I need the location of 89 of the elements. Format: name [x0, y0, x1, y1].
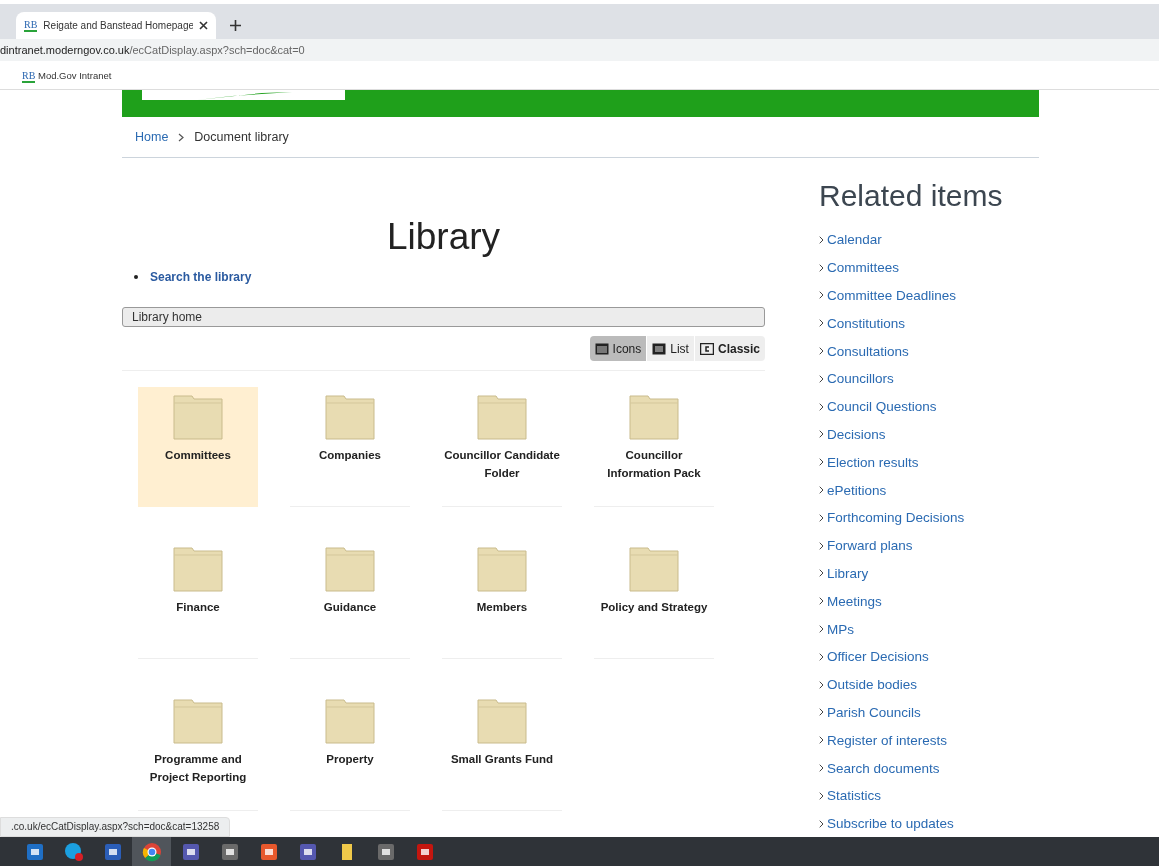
- chevron-icon: [819, 319, 824, 328]
- chevron-icon: [819, 374, 824, 383]
- folder-icon: [325, 546, 375, 592]
- related-link[interactable]: Register of interests: [827, 732, 948, 748]
- window-icon: [594, 343, 609, 355]
- folder-icon: [173, 394, 223, 440]
- chevron-icon: [819, 597, 824, 606]
- chevron-icon: [819, 541, 824, 550]
- folder-icon: [173, 698, 223, 744]
- folder-icon: [325, 394, 375, 440]
- list-icon: [652, 343, 667, 355]
- folder-item[interactable]: Members: [442, 539, 562, 659]
- folder-icon: [477, 546, 527, 592]
- folder-item[interactable]: Companies: [290, 387, 410, 507]
- folder-item[interactable]: Guidance: [290, 539, 410, 659]
- folder-icon: [325, 698, 375, 744]
- chevron-icon: [819, 625, 824, 634]
- page-title: Library: [385, 216, 502, 258]
- chevron-icon: [819, 736, 824, 745]
- view-button[interactable]: Icons: [589, 336, 647, 361]
- new-tab-icon[interactable]: [230, 20, 241, 31]
- related-link[interactable]: Committee Deadlines: [827, 288, 957, 303]
- sidebar-heading: Related items: [819, 178, 1004, 214]
- folder-item[interactable]: Property: [290, 691, 410, 811]
- related-link[interactable]: Calendar: [827, 232, 882, 248]
- folder-item[interactable]: Finance: [138, 539, 258, 659]
- site-logo: RB: [24, 19, 38, 32]
- breadcrumb-link[interactable]: Home: [135, 130, 169, 144]
- chevron-icon: [819, 513, 824, 522]
- status-url: .co.uk/ecCatDisplay.aspx?sch=doc&cat=13258: [0, 817, 231, 837]
- view-button[interactable]: List: [647, 336, 694, 361]
- address-field[interactable]: dintranet.moderngov.co.uk/ecCatDisplay.aspx?sch=doc&cat=0: [0, 44, 305, 56]
- related-link[interactable]: Election results: [827, 454, 919, 470]
- related-link[interactable]: Councillors: [827, 371, 894, 387]
- folder-item[interactable]: Programme and Project Reporting: [138, 691, 258, 811]
- chevron-icon: [819, 235, 824, 244]
- related-link[interactable]: Search documents: [827, 760, 940, 776]
- folder-icon: [173, 546, 223, 592]
- related-link[interactable]: Statistics: [827, 788, 881, 804]
- chevron-icon: [819, 652, 824, 661]
- related-link[interactable]: Parish Councils: [827, 704, 921, 720]
- related-link[interactable]: ePetitions: [827, 482, 887, 498]
- chevron-icon: [819, 569, 824, 578]
- view-button[interactable]: Classic: [694, 336, 765, 361]
- chevron-icon: [819, 708, 824, 717]
- window-icon: [699, 343, 714, 355]
- search-link[interactable]: Search the library: [150, 270, 252, 284]
- related-link[interactable]: Meetings: [827, 593, 882, 609]
- chevron-icon: [819, 291, 824, 300]
- browser-tab[interactable]: RB Reigate and Banstead Homepage: [16, 12, 216, 39]
- chevron-icon: [819, 486, 824, 495]
- chevron-icon: [819, 764, 824, 773]
- related-link[interactable]: Officer Decisions: [827, 649, 929, 665]
- close-icon[interactable]: [199, 21, 208, 30]
- related-link[interactable]: Forward plans: [827, 538, 913, 554]
- chevron-icon: [819, 819, 824, 828]
- folder-icon: [629, 394, 679, 440]
- related-link[interactable]: MPs: [827, 621, 854, 637]
- related-link[interactable]: Subscribe to updates: [827, 816, 954, 832]
- breadcrumb-current: Document library: [194, 130, 289, 144]
- folder-item[interactable]: Small Grants Fund: [442, 691, 562, 811]
- related-link[interactable]: Outside bodies: [827, 677, 918, 693]
- chevron-icon: [178, 132, 185, 142]
- related-link[interactable]: Forthcoming Decisions: [827, 510, 965, 526]
- chevron-icon: [819, 263, 824, 272]
- library-path-bar: Library home: [122, 307, 765, 327]
- folder-item[interactable]: Committees: [138, 387, 258, 507]
- folder-item[interactable]: Councillor Candidate Folder: [442, 387, 562, 507]
- folder-icon: [477, 698, 527, 744]
- chevron-icon: [819, 791, 824, 800]
- related-link[interactable]: Constitutions: [827, 315, 906, 331]
- related-link[interactable]: Consultations: [827, 343, 909, 359]
- bookmark-link[interactable]: RB Mod.Gov Intranet: [22, 69, 112, 81]
- related-link[interactable]: Library: [827, 565, 869, 581]
- folder-icon: [629, 546, 679, 592]
- related-link[interactable]: Committees: [827, 260, 899, 276]
- chevron-icon: [819, 430, 824, 439]
- chevron-icon: [819, 347, 824, 356]
- folder-icon: [477, 394, 527, 440]
- related-link[interactable]: Council Questions: [827, 399, 937, 415]
- related-link[interactable]: Decisions: [827, 426, 886, 442]
- chevron-icon: [819, 402, 824, 411]
- bullet-icon: [134, 275, 138, 279]
- folder-item[interactable]: Councillor Information Pack: [594, 387, 714, 507]
- taskbar-app-icon[interactable]: [132, 837, 171, 866]
- tab-title: Reigate and Banstead Homepage: [43, 20, 193, 31]
- folder-item[interactable]: Policy and Strategy: [594, 539, 714, 659]
- chevron-icon: [819, 458, 824, 467]
- chevron-icon: [819, 680, 824, 689]
